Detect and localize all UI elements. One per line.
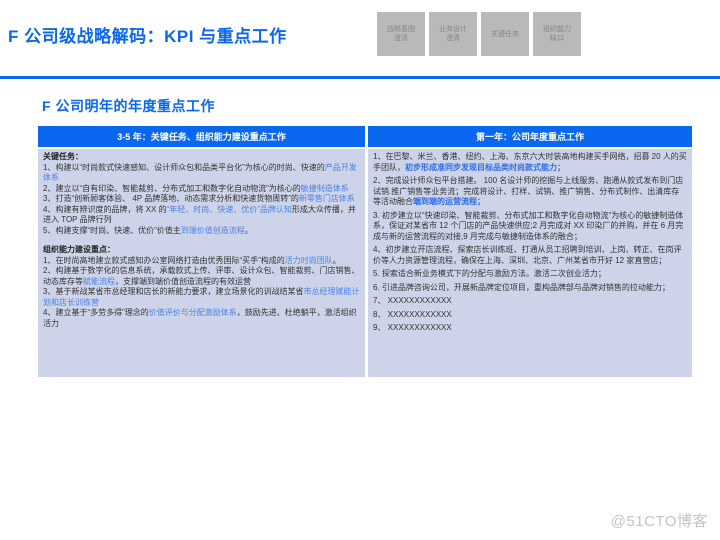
page-title: F 公司级战略解码：KPI 与重点工作: [8, 27, 287, 46]
list-item: 3. 初步建立以“快速印染、智能裁剪、分布式加工和数字化自动物流”为核心的敏捷制…: [373, 210, 684, 241]
table-header-row: 3-5 年：关键任务、组织能力建设重点工作 第一年：公司年度重点工作: [38, 126, 692, 147]
nav-box-business-design[interactable]: 业务设计 澄清: [429, 12, 477, 56]
list-item: 4、构建有辨识度的品牌，将 XX 的“年轻、时尚、快速、优价”品牌认知形成大众传…: [43, 204, 356, 225]
emphasis-text: 端到端的运营流程；: [413, 197, 485, 206]
watermark: @51CTO博客: [610, 513, 708, 530]
list-item: 1、构建以“时尚款式快速感知、设计师众包和品类平台化”为核心的时尚、快速的产品开…: [43, 162, 357, 183]
group-heading: 组织能力建设重点：: [43, 245, 115, 254]
key-work-table: 3-5 年：关键任务、组织能力建设重点工作 第一年：公司年度重点工作 关键任务：…: [38, 126, 692, 377]
list-item: 7、 XXXXXXXXXXXX: [373, 296, 452, 305]
main-content: F 公司明年的年度重点工作 3-5 年：关键任务、组织能力建设重点工作 第一年：…: [38, 96, 692, 377]
section-title: F 公司明年的年度重点工作: [42, 98, 215, 114]
list-item: 5、构建支撑“时尚、快速、优价”价值主到端价值创造流程。: [43, 225, 253, 235]
list-item: 2、完成设计师众包平台搭建。 100 名设计师的挖掘与上线服务、跑通从款式发布到…: [373, 176, 684, 206]
list-item: 5. 探索适合新业务模式下的分配与激励方法。激活二次创业活力；: [373, 269, 606, 278]
list-item: 3、打造“创新顾客体验、 4P 品牌落地、动态需求分析和快速货物周转”的新零售门…: [43, 194, 355, 203]
list-item: 9、 XXXXXXXXXXXX: [373, 323, 452, 332]
table-body-row: 关键任务： 1、构建以“时尚款式快速感知、设计师众包和品类平台化”为核心的时尚、快…: [38, 149, 692, 377]
process-nav: 战略意图 澄清 业务设计 澄清 关键任务 组织能力 缺口: [377, 12, 581, 56]
list-item: 1、在时尚高地建立款式感知办公室网络打造由优秀国际“买手”构成的活力时尚团队。: [43, 255, 341, 265]
emphasis-text: 赋能流程: [83, 276, 115, 286]
list-item: 8、 XXXXXXXXXXXX: [373, 309, 452, 319]
task-group: 关键任务： 1、构建以“时尚款式快速感知、设计师众包和品类平台化”为核心的时尚、快…: [43, 152, 360, 236]
task-group: 组织能力建设重点： 1、在时尚高地建立款式感知办公室网络打造由优秀国际“买手”构成…: [43, 245, 360, 329]
list-item: 6. 引进品牌咨询公司，开展新品牌定位项目，重构品牌部与品牌对销售的拉动能力；: [373, 282, 670, 292]
nav-box-strategy-intent[interactable]: 战略意图 澄清: [377, 12, 425, 56]
header-divider: [0, 76, 720, 79]
nav-box-key-tasks[interactable]: 关键任务: [481, 12, 529, 56]
list-item: 4、初步建立开店流程、探索店长训练班、打通从员工招聘到培训、上岗、转正、在岗评价…: [373, 245, 682, 265]
list-item: 2、构建基于数字化的信息系统，承载款式上传、评审、设计众包、智能裁剪、门店销售、…: [43, 266, 360, 286]
emphasis-text: 活力时尚团队: [284, 255, 333, 265]
group-heading: 关键任务：: [43, 152, 83, 161]
emphasis-text: 到端价值创造流程: [180, 225, 245, 235]
cell-key-tasks-and-org-capability: 关键任务： 1、构建以“时尚款式快速感知、设计师众包和品类平台化”为核心的时尚、快…: [38, 149, 365, 377]
list-item: 4、建立基于“多劳多得”理念的价值评价与分配激励体系，鼓励先进、杜绝躺平，激活组…: [43, 308, 357, 328]
emphasis-text: 新零售门店体系: [298, 194, 355, 203]
list-item: 2、建立以“自有印染、智能裁剪、分布式加工和数字化自动物流”为核心的敏捷制造体系: [43, 183, 349, 193]
list-item: 1、在巴黎、米兰、香港、纽约、上海、东京六大时装高地构建买手网络，招募 20 人…: [373, 152, 687, 172]
cell-annual-key-work: 1、在巴黎、米兰、香港、纽约、上海、东京六大时装高地构建买手网络，招募 20 人…: [368, 149, 692, 377]
nav-box-org-capability-gap[interactable]: 组织能力 缺口: [533, 12, 581, 56]
table-header-first-year: 第一年：公司年度重点工作: [368, 126, 692, 147]
emphasis-text: “年轻、时尚、快速、优价”品牌认知: [166, 204, 292, 214]
slide: F 公司级战略解码：KPI 与重点工作 战略意图 澄清 业务设计 澄清 关键任务…: [0, 0, 720, 540]
table-header-3-5-years: 3-5 年：关键任务、组织能力建设重点工作: [38, 126, 365, 147]
list-item: 3、基于新战某省市总经理和店长的新能力要求，建立场景化的训战结某省市总经理赋能计…: [43, 287, 360, 307]
emphasis-text: 价值评价与分配激励体系: [148, 308, 237, 317]
emphasis-text: 初步形成准同步发现目标品类时尚款式能力；: [405, 162, 565, 172]
emphasis-text: 敏捷制造体系: [300, 183, 349, 193]
